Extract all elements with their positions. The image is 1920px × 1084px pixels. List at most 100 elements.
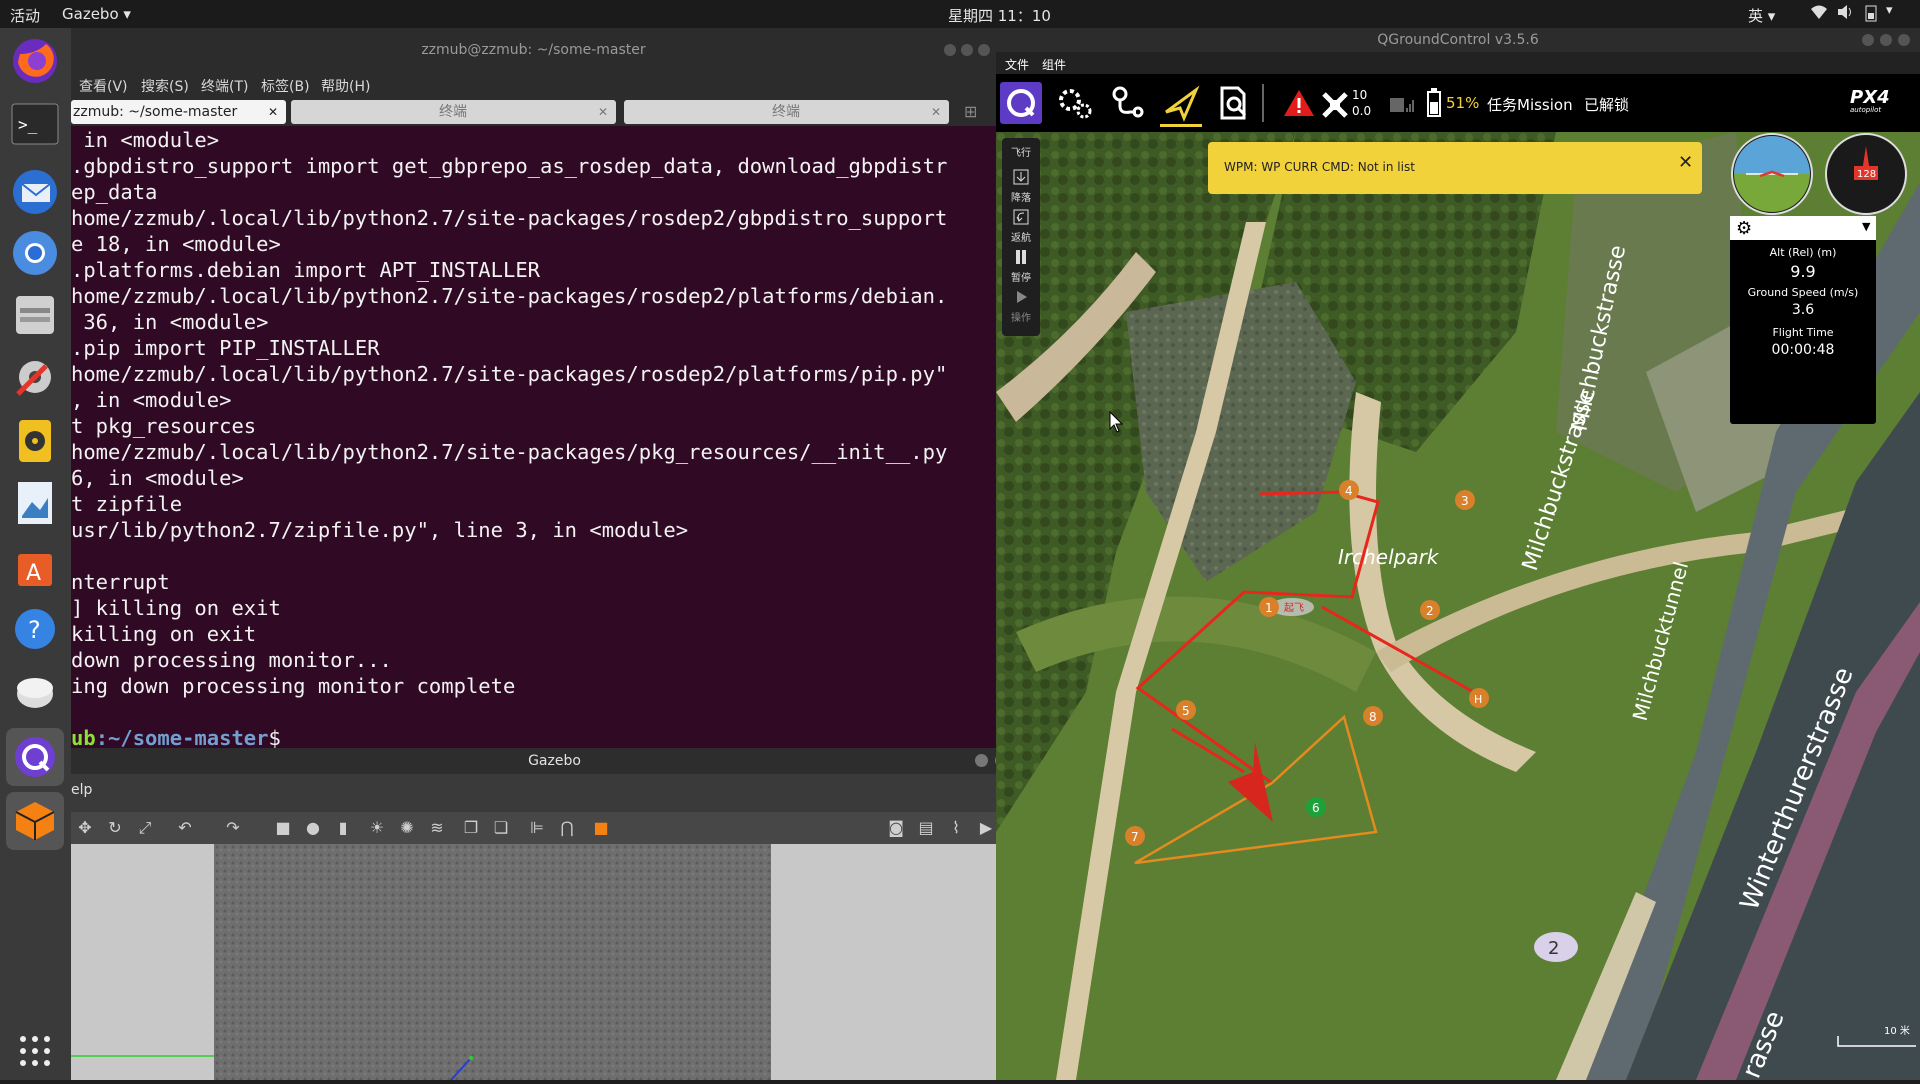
qgc-logo-icon[interactable] — [1000, 82, 1042, 124]
network-icon[interactable] — [1810, 4, 1828, 24]
tab[interactable]: 终端 ✕ — [291, 100, 616, 124]
warning-icon[interactable] — [1278, 82, 1320, 124]
scale-mode-icon[interactable]: ⤢ — [135, 818, 155, 838]
input-method[interactable]: 英 ▾ — [1748, 5, 1775, 26]
snap-icon[interactable]: ⋂ — [557, 818, 577, 838]
pause-button[interactable]: 暂停 — [1002, 248, 1040, 284]
action-button[interactable]: 操作 — [1002, 288, 1040, 324]
plan-view-icon[interactable] — [1106, 82, 1148, 124]
translate-mode-icon[interactable]: ✥ — [75, 818, 95, 838]
rhythmbox-icon[interactable] — [6, 412, 64, 470]
menu-help[interactable]: 帮助(H) — [321, 76, 370, 96]
toolbar-divider — [1262, 84, 1264, 122]
record-video-icon[interactable]: ▶ — [976, 818, 996, 838]
vehicle-setup-icon[interactable] — [1054, 82, 1096, 124]
redo-icon[interactable]: ↷ — [223, 818, 243, 838]
waypoint-4[interactable]: 4 — [1339, 480, 1359, 500]
files-icon[interactable] — [6, 286, 64, 344]
terminal-output[interactable]: in <module> .gbpdistro_support import ge… — [71, 128, 996, 748]
tab-close-icon[interactable]: ✕ — [598, 100, 608, 124]
image-viewer-icon[interactable] — [6, 474, 64, 532]
copy-icon[interactable]: ❐ — [461, 818, 481, 838]
settings-tools-icon[interactable] — [6, 348, 64, 406]
box-shape-icon[interactable]: ■ — [273, 818, 293, 838]
volume-icon[interactable] — [1836, 4, 1854, 24]
menu-help[interactable]: elp — [71, 782, 92, 798]
chromium-icon[interactable] — [6, 224, 64, 282]
values-settings-icon[interactable]: ⚙ — [1736, 218, 1752, 239]
flight-mode[interactable]: 任务Mission — [1487, 94, 1573, 115]
qgroundcontrol-icon[interactable] — [6, 728, 64, 786]
spot-light-icon[interactable]: ✺ — [397, 818, 417, 838]
waypoint-7[interactable]: 7 — [1125, 826, 1145, 846]
menu-search[interactable]: 搜索(S) — [141, 76, 189, 96]
waypoint-1[interactable]: 1 起飞 — [1259, 597, 1314, 617]
directional-light-icon[interactable]: ≋ — [427, 818, 447, 838]
menu-terminal[interactable]: 终端(T) — [201, 76, 248, 96]
menu-file[interactable]: 文件 — [1005, 56, 1029, 73]
waypoint-5[interactable]: 5 — [1176, 700, 1196, 720]
values-dropdown-icon[interactable]: ▼ — [1862, 220, 1870, 233]
land-button[interactable]: 降落 — [1002, 168, 1040, 204]
thunderbird-icon[interactable] — [6, 162, 64, 220]
gazebo-icon[interactable] — [6, 792, 64, 850]
point-light-icon[interactable]: ☀ — [367, 818, 387, 838]
show-apps-icon[interactable] — [6, 1022, 64, 1080]
paste-icon[interactable]: ❏ — [491, 818, 511, 838]
minimize-button[interactable] — [975, 754, 988, 767]
waypoint-3[interactable]: 3 — [1455, 490, 1475, 510]
software-center-icon[interactable]: A — [6, 538, 64, 596]
terminal-icon[interactable]: >_ — [6, 96, 64, 154]
plot-icon[interactable]: ⌇ — [946, 818, 966, 838]
align-icon[interactable]: ⊫ — [527, 818, 547, 838]
minimize-button[interactable] — [1862, 34, 1874, 46]
analyze-icon[interactable] — [1212, 82, 1254, 124]
close-button[interactable] — [1898, 34, 1910, 46]
menu-widgets[interactable]: 组件 — [1042, 56, 1066, 73]
waypoint-2[interactable]: 2 — [1420, 600, 1440, 620]
battery-status-icon[interactable] — [1424, 82, 1444, 124]
log-icon[interactable]: ▤ — [916, 818, 936, 838]
flight-map[interactable]: Milchbuckstrasse Milchbuckstrasse Milchb… — [996, 132, 1920, 1080]
gazebo-scene[interactable] — [71, 844, 1016, 1081]
waypoint-8[interactable]: 8 — [1363, 706, 1383, 726]
gazebo-3d-viewport[interactable] — [71, 844, 1016, 1081]
app-menu[interactable]: Gazebo ▾ — [62, 5, 131, 23]
tab[interactable]: 终端 ✕ — [624, 100, 949, 124]
banner-close-icon[interactable]: ✕ — [1678, 152, 1693, 173]
gps-icon[interactable] — [1320, 82, 1350, 124]
sphere-shape-icon[interactable]: ● — [303, 818, 323, 838]
rc-rssi-icon[interactable] — [1386, 82, 1416, 124]
battery-icon[interactable] — [1864, 4, 1878, 26]
waypoint-6-current[interactable]: 6 — [1306, 797, 1326, 817]
terminal-tabbar: zzmub: ~/some-master ✕ 终端 ✕ 终端 ✕ ⊞ — [71, 98, 996, 126]
maximize-button[interactable] — [1880, 34, 1892, 46]
menu-tabs[interactable]: 标签(B) — [261, 76, 310, 96]
tab-close-icon[interactable]: ✕ — [931, 100, 941, 124]
screenshot-icon[interactable]: ◙ — [886, 818, 906, 838]
disk-icon[interactable] — [6, 662, 64, 720]
view-angle-icon[interactable]: ■ — [591, 818, 611, 838]
undo-icon[interactable]: ↶ — [175, 818, 195, 838]
cylinder-shape-icon[interactable]: ▮ — [333, 818, 353, 838]
menu-view[interactable]: 查看(V) — [79, 76, 128, 96]
new-tab-icon[interactable]: ⊞ — [964, 102, 977, 121]
help-icon[interactable]: ? — [6, 600, 64, 658]
tab-close-icon[interactable]: ✕ — [268, 100, 278, 124]
fly-view-icon[interactable] — [1160, 82, 1202, 127]
rotate-mode-icon[interactable]: ↻ — [105, 818, 125, 838]
tab-active[interactable]: zzmub: ~/some-master ✕ — [71, 100, 286, 124]
system-menu-icon[interactable]: ▾ — [1886, 3, 1893, 18]
arm-status[interactable]: 已解锁 — [1584, 94, 1629, 115]
maximize-button[interactable] — [961, 44, 973, 56]
activities-button[interactable]: 活动 — [10, 5, 40, 26]
attitude-indicator[interactable] — [1731, 133, 1813, 215]
home-position[interactable]: H — [1469, 688, 1489, 708]
takeoff-button[interactable]: 飞行 — [1002, 144, 1040, 159]
close-button[interactable] — [978, 44, 990, 56]
compass[interactable]: 128 — [1825, 133, 1907, 215]
rtl-button[interactable]: 返航 — [1002, 208, 1040, 244]
clock[interactable]: 星期四 11：10 — [948, 5, 1051, 26]
minimize-button[interactable] — [944, 44, 956, 56]
firefox-icon[interactable] — [6, 32, 64, 90]
